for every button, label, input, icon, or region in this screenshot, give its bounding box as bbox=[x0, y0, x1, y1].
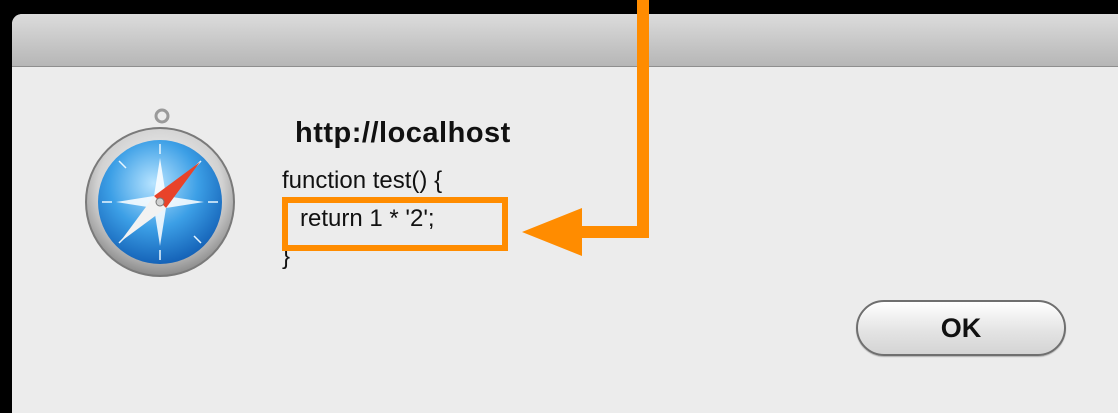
dialog-titlebar[interactable] bbox=[12, 14, 1118, 67]
alert-title: http://localhost bbox=[295, 117, 511, 149]
ok-button[interactable]: OK bbox=[856, 300, 1066, 356]
message-line: function test() { bbox=[282, 167, 443, 194]
highlight-box bbox=[282, 197, 508, 251]
safari-compass-icon bbox=[85, 108, 235, 277]
